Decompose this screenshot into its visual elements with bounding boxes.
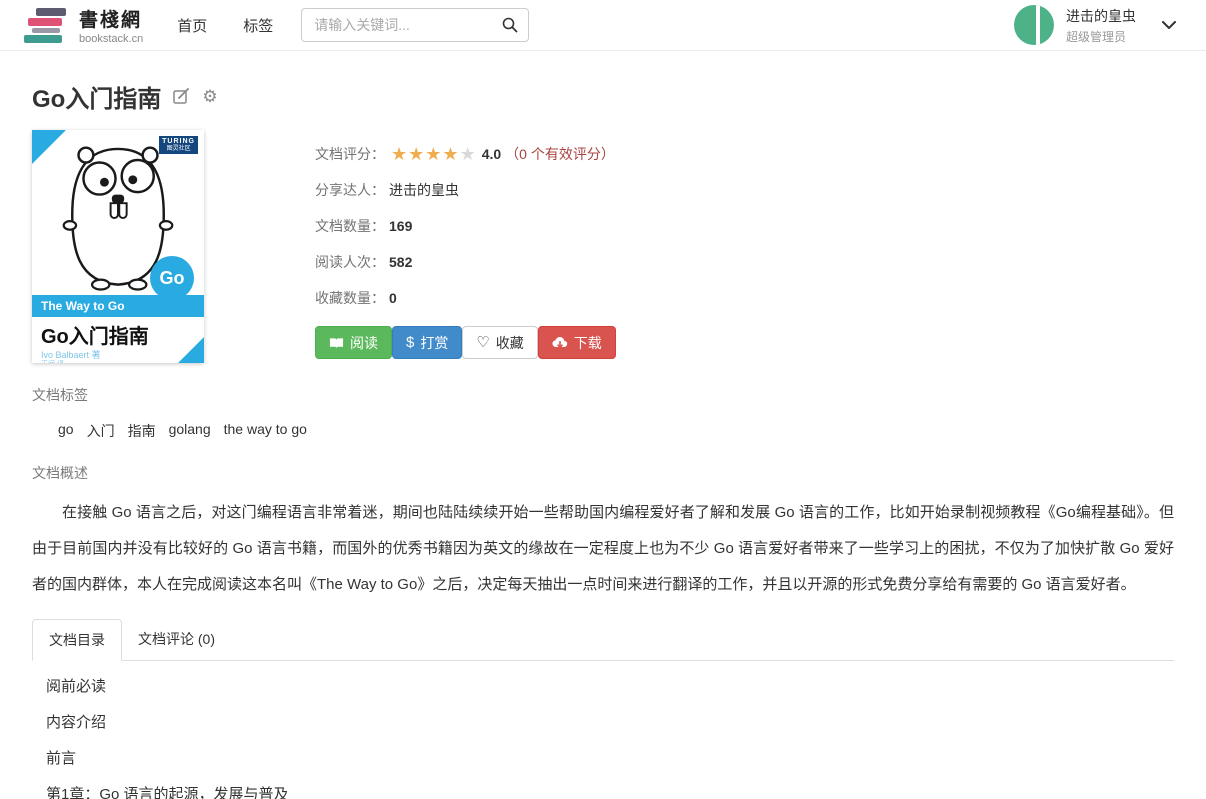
info-row-sharer: 分享达人： 进击的皇虫 <box>315 172 616 208</box>
star-icon[interactable]: ★ <box>425 145 441 163</box>
go-logo-badge: Go <box>150 256 194 300</box>
cloud-download-icon <box>552 336 568 349</box>
star-icon[interactable]: ★ <box>442 145 458 163</box>
cover-banner: The Way to Go <box>32 295 204 317</box>
rating-stars[interactable]: ★★★★★ <box>391 145 476 163</box>
cover-translator: 无闻 译 <box>41 359 64 363</box>
heart-icon: ♡ <box>476 335 489 350</box>
info-row-rating: 文档评分： ★★★★★ 4.0 （0 个有效评分） <box>315 136 616 172</box>
title-row: Go入门指南 ⚙ <box>32 79 1174 114</box>
dollar-icon: $ <box>406 335 414 350</box>
tag-item[interactable]: golang <box>169 421 211 441</box>
cover-title: Go入门指南 <box>41 320 149 349</box>
tab-comments[interactable]: 文档评论 (0) <box>122 619 231 661</box>
edit-icon[interactable] <box>173 88 190 105</box>
favorite-button[interactable]: ♡ 收藏 <box>462 326 537 359</box>
navbar: 書棧網 bookstack.cn 首页 标签 进击的皇虫 超级管理员 <box>0 0 1206 51</box>
nav-link-tags[interactable]: 标签 <box>243 15 273 36</box>
rating-count: （0 个有效评分） <box>505 144 615 164</box>
overview-heading: 文档概述 <box>32 463 1174 483</box>
tab-bar: 文档目录 文档评论 (0) <box>32 619 1174 661</box>
avatar[interactable] <box>1014 5 1054 45</box>
user-name: 进击的皇虫 <box>1066 6 1136 26</box>
toc-list: 阅前必读 内容介绍 前言 第1章：Go 语言的起源，发展与普及 第2章：安装与运… <box>32 661 1174 799</box>
tags-row: go 入门 指南 golang the way to go <box>32 421 1174 441</box>
star-icon[interactable]: ★ <box>460 145 476 163</box>
book-cover[interactable]: TURING 图灵社区 Go The Way to Go <box>32 130 204 363</box>
toc-item[interactable]: 内容介绍 <box>46 705 1174 741</box>
doc-count: 169 <box>389 218 412 234</box>
action-buttons: 阅读 $ 打赏 ♡ 收藏 下载 <box>315 326 616 359</box>
download-button[interactable]: 下载 <box>538 326 616 359</box>
bookstack-logo-icon <box>24 6 70 44</box>
main-content: Go入门指南 ⚙ TURING 图灵社区 <box>0 79 1206 799</box>
search-box <box>301 8 529 42</box>
user-menu[interactable]: 进击的皇虫 超级管理员 <box>1014 5 1182 45</box>
search-icon <box>502 17 518 33</box>
toc-item[interactable]: 前言 <box>46 741 1174 777</box>
reward-button[interactable]: $ 打赏 <box>392 326 462 359</box>
book-summary: TURING 图灵社区 Go The Way to Go <box>32 130 1174 363</box>
toc-item[interactable]: 第1章：Go 语言的起源，发展与普及 <box>46 777 1174 799</box>
nav-link-home[interactable]: 首页 <box>177 15 207 36</box>
info-row-favorite-count: 收藏数量： 0 <box>315 280 616 316</box>
read-button[interactable]: 阅读 <box>315 326 392 359</box>
tag-item[interactable]: 指南 <box>128 421 156 441</box>
brand-logo[interactable]: 書棧網 bookstack.cn <box>24 5 143 45</box>
gear-icon[interactable]: ⚙ <box>202 87 217 107</box>
cover-corner-triangle-br <box>178 337 204 363</box>
user-role: 超级管理员 <box>1066 28 1136 45</box>
tag-item[interactable]: 入门 <box>87 421 115 441</box>
chevron-down-icon <box>1162 21 1176 30</box>
rating-score: 4.0 <box>482 146 501 162</box>
tab-toc[interactable]: 文档目录 <box>32 619 122 661</box>
page-title: Go入门指南 <box>32 79 161 114</box>
book-info: 文档评分： ★★★★★ 4.0 （0 个有效评分） 分享达人： 进击的皇虫 文档… <box>315 130 616 363</box>
tag-item[interactable]: the way to go <box>224 421 307 441</box>
tag-item[interactable]: go <box>58 421 74 441</box>
sharer-name: 进击的皇虫 <box>389 180 459 200</box>
star-icon[interactable]: ★ <box>391 145 407 163</box>
info-row-doc-count: 文档数量： 169 <box>315 208 616 244</box>
overview-text: 在接触 Go 语言之后，对这门编程语言非常着迷，期间也陆陆续续开始一些帮助国内编… <box>32 495 1174 603</box>
favorite-count: 0 <box>389 290 397 306</box>
brand-title: 書棧網 <box>79 5 143 32</box>
toc-item[interactable]: 阅前必读 <box>46 669 1174 705</box>
rating-label: 文档评分： <box>315 144 385 164</box>
info-row-read-count: 阅读人次： 582 <box>315 244 616 280</box>
search-button[interactable] <box>493 10 527 40</box>
star-icon[interactable]: ★ <box>408 145 424 163</box>
tags-heading: 文档标签 <box>32 385 1174 405</box>
read-count: 582 <box>389 254 412 270</box>
book-icon <box>329 336 344 350</box>
nav-links: 首页 标签 <box>177 15 273 36</box>
brand-subtitle: bookstack.cn <box>79 33 143 45</box>
